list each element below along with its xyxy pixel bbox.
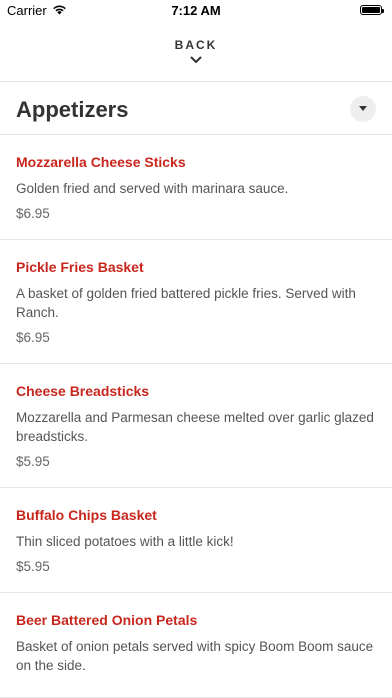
caret-down-icon (359, 106, 367, 111)
item-price: $5.95 (16, 454, 50, 469)
item-description: A basket of golden fried battered pickle… (16, 286, 356, 320)
item-name: Pickle Fries Basket (16, 259, 144, 275)
section-title: Appetizers (16, 97, 129, 122)
item-name: Mozzarella Cheese Sticks (16, 154, 186, 170)
item-name: Beer Battered Onion Petals (16, 612, 198, 628)
menu-item[interactable]: Cheese Breadsticks Mozzarella and Parmes… (0, 364, 392, 488)
item-price: $6.95 (16, 206, 50, 221)
status-right (360, 5, 384, 15)
item-description: Basket of onion petals served with spicy… (16, 639, 374, 673)
menu-item[interactable]: Pickle Fries Basket A basket of golden f… (0, 240, 392, 364)
item-description: Mozzarella and Parmesan cheese melted ov… (16, 410, 374, 444)
menu-item[interactable]: Buffalo Chips Basket Thin sliced potatoe… (0, 488, 392, 593)
item-name: Buffalo Chips Basket (16, 507, 157, 523)
status-bar: Carrier 7:12 AM (0, 0, 392, 22)
back-label: BACK (174, 38, 218, 52)
item-description: Thin sliced potatoes with a little kick! (16, 534, 234, 549)
item-price: $6.95 (16, 330, 50, 345)
section-toggle-button[interactable] (350, 96, 376, 122)
battery-icon (360, 5, 384, 15)
item-name: Cheese Breadsticks (16, 383, 150, 399)
menu-item[interactable]: Mozzarella Cheese Sticks Golden fried an… (0, 135, 392, 240)
chevron-down-icon (190, 56, 202, 63)
item-price: $5.95 (16, 559, 50, 574)
item-description: Golden fried and served with marinara sa… (16, 181, 289, 196)
menu-item[interactable]: Beer Battered Onion Petals Basket of oni… (0, 593, 392, 698)
clock: 7:12 AM (171, 3, 221, 18)
menu-list: Mozzarella Cheese Sticks Golden fried an… (0, 135, 392, 698)
section-header: Appetizers (0, 82, 392, 134)
battery-level (362, 7, 380, 13)
back-button[interactable]: BACK (0, 30, 392, 80)
